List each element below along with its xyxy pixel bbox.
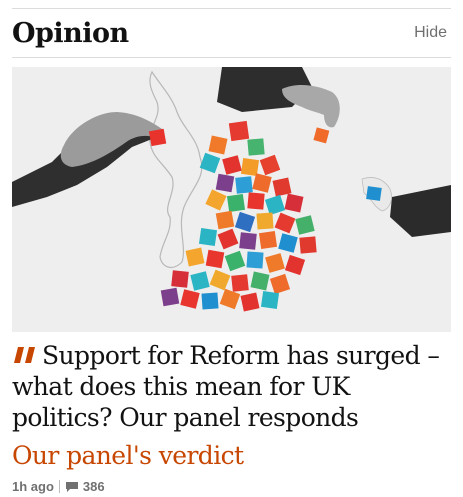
comment-icon [65,481,78,492]
article-image[interactable] [12,67,451,332]
section-header: Opinion Hide [12,10,451,56]
meta-separator [58,480,60,493]
quote-icon [14,347,35,363]
top-rule [12,8,451,9]
article-meta: 1h ago 386 [12,479,105,494]
collage-illustration [12,67,451,332]
section-divider [12,57,451,58]
section-title: Opinion [12,17,129,49]
article-kicker[interactable]: Our panel's verdict [12,440,244,471]
comment-count[interactable]: 386 [83,479,105,494]
headline-text: Support for Reform has surged – what doe… [12,341,440,432]
article-headline[interactable]: Support for Reform has surged – what doe… [12,340,449,433]
hide-button[interactable]: Hide [414,24,451,42]
time-ago: 1h ago [12,479,54,494]
